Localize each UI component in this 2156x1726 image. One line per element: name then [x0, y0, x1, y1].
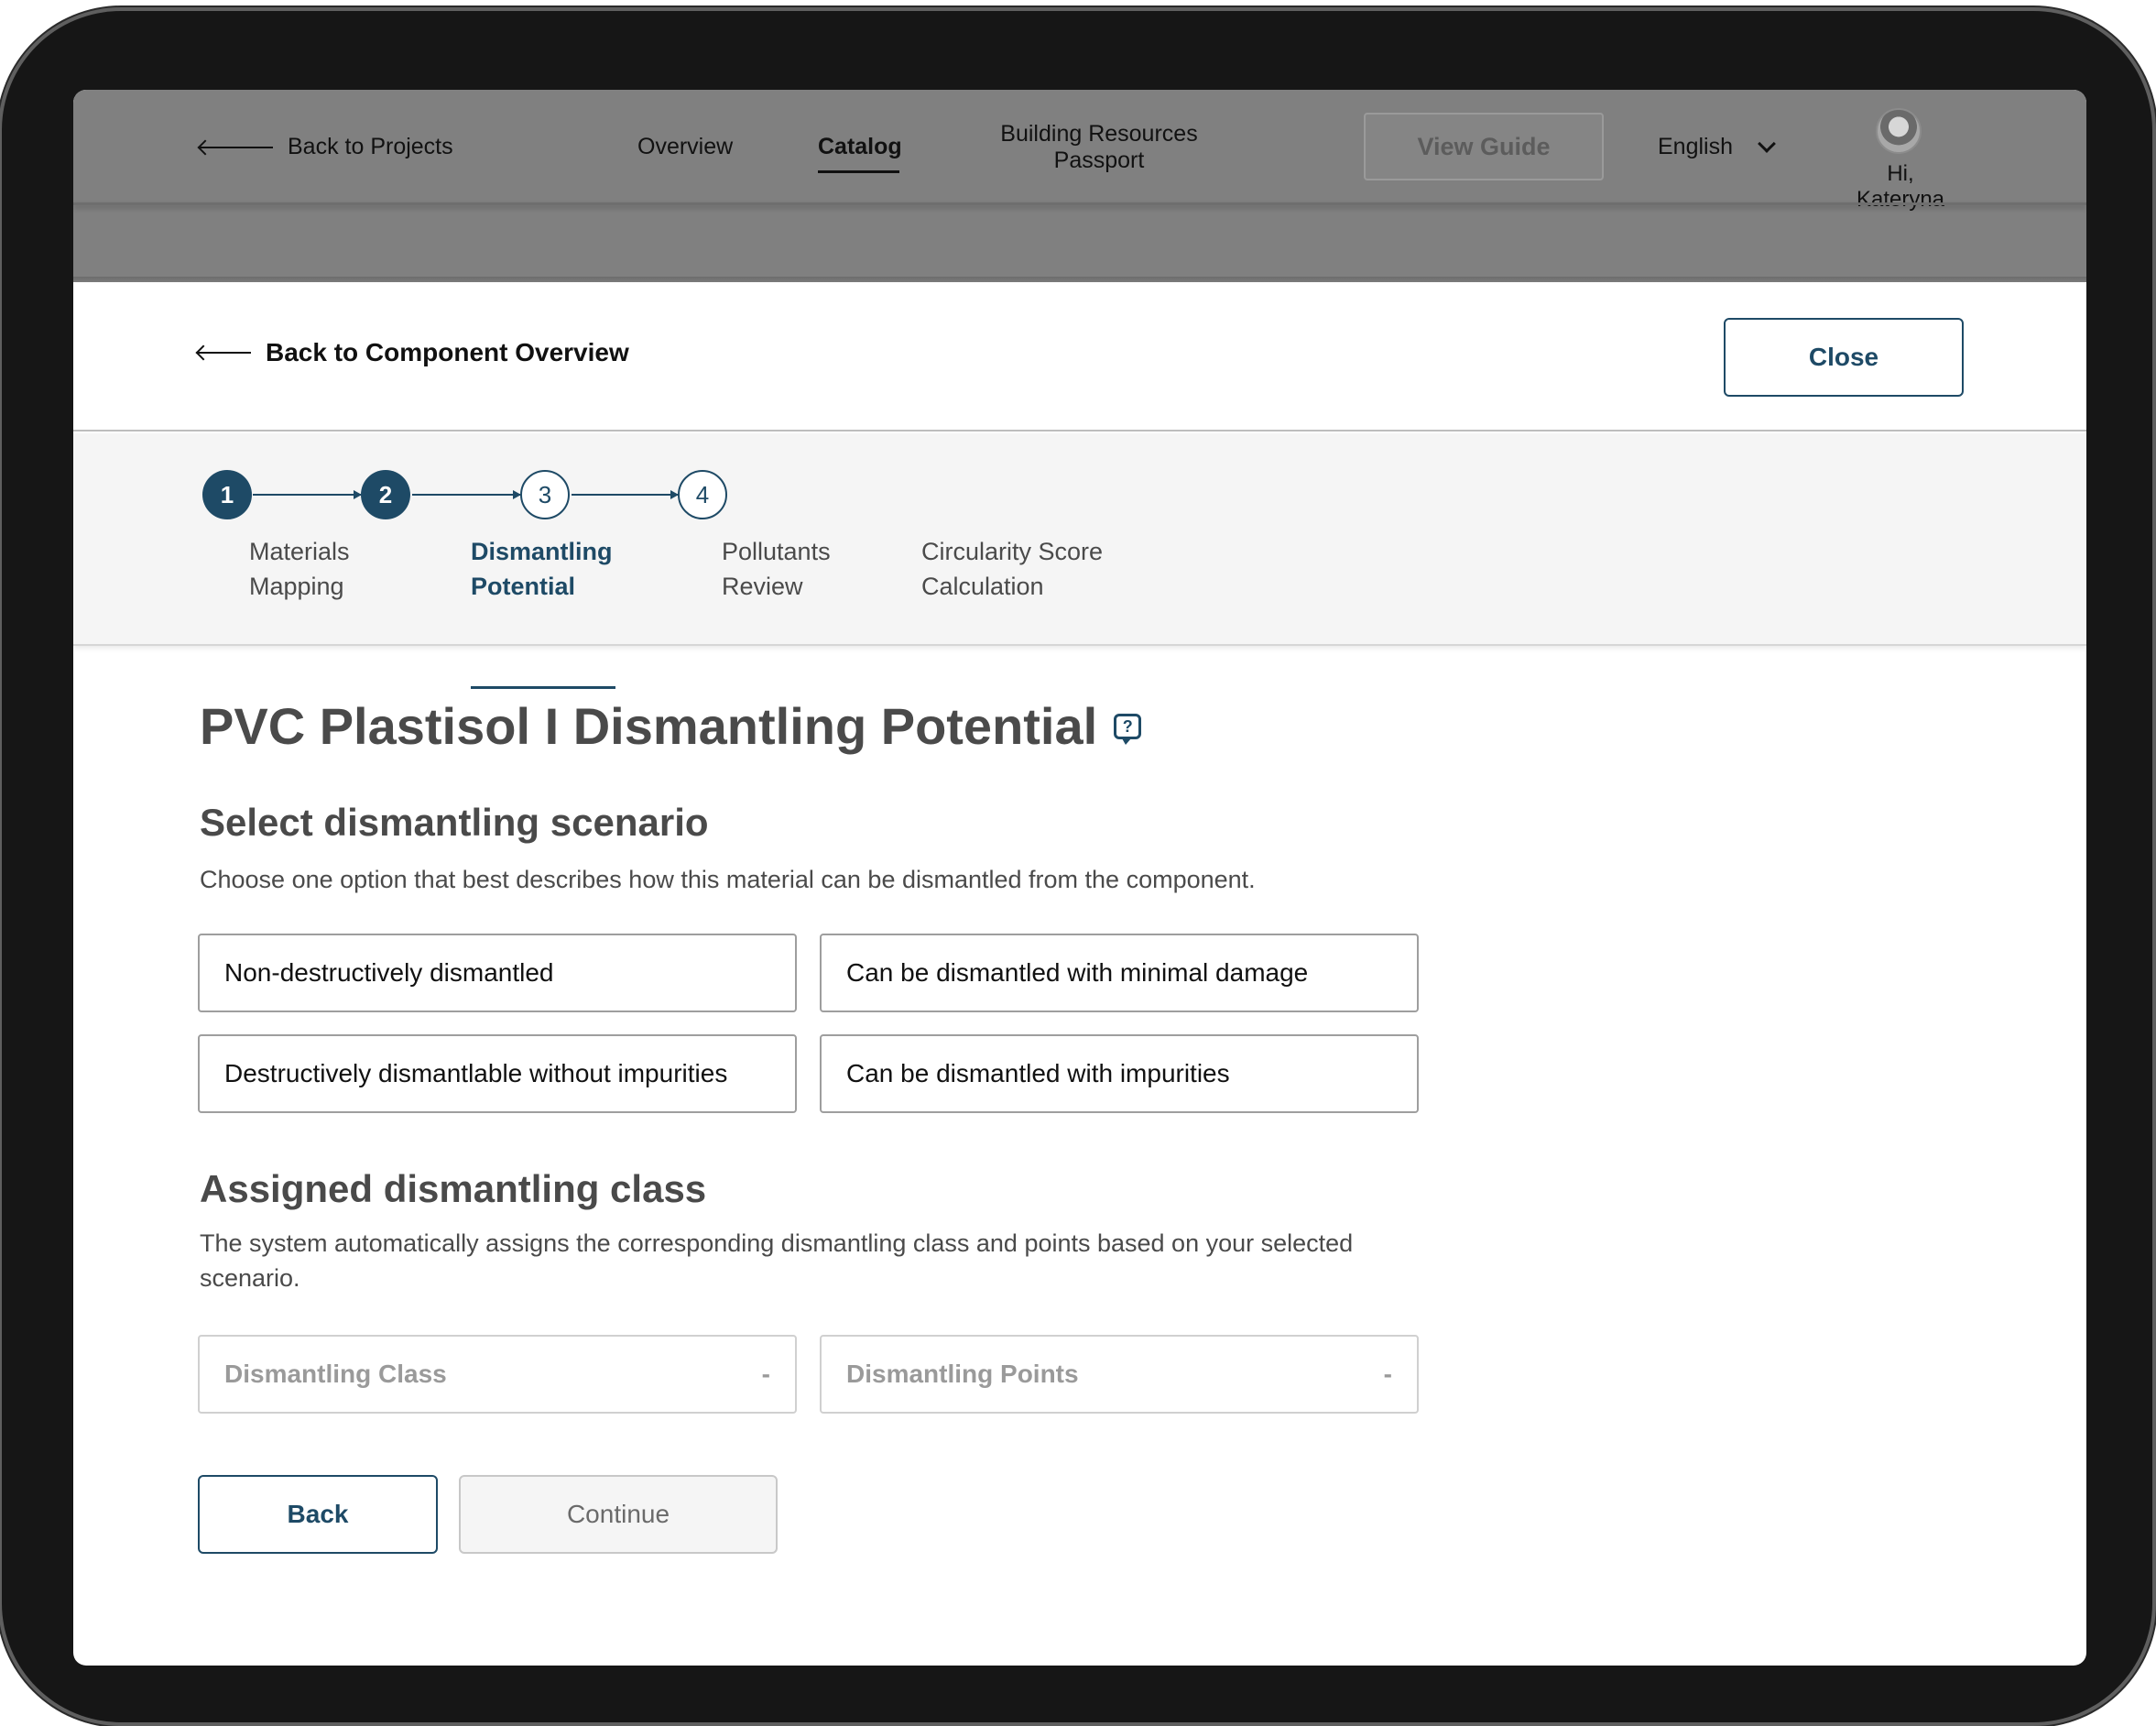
nav-building-resources-passport[interactable]: Building Resources Passport — [989, 121, 1209, 174]
progress-stepper: 1 2 3 4 Materials Mapping Dismantling Po… — [73, 433, 2086, 689]
dismantling-points-field: Dismantling Points - — [820, 1335, 1419, 1414]
step-2-circle[interactable]: 2 — [361, 470, 410, 519]
active-step-underline — [471, 686, 615, 689]
topbar-divider — [73, 202, 2086, 205]
step-4-label-line1: Circularity Score — [921, 538, 1104, 565]
language-selector[interactable]: English — [1658, 134, 1776, 160]
step-4-label[interactable]: Circularity Score Calculation — [921, 534, 1103, 604]
step-connector-arrow — [412, 490, 521, 499]
step-1-label[interactable]: Materials Mapping — [249, 534, 350, 604]
step-1-label-line1: Materials — [249, 538, 350, 565]
app-screen: Back to Projects Overview Catalog Buildi… — [73, 90, 2086, 1666]
step-4-label-line2: Calculation — [921, 573, 1044, 600]
help-bubble-icon[interactable]: ? — [1114, 713, 1142, 745]
step-2-label[interactable]: Dismantling Potential — [471, 534, 613, 604]
chevron-down-icon — [1758, 134, 1776, 153]
scenario-section-title: Select dismantling scenario — [200, 801, 709, 844]
scenario-option-minimal-damage[interactable]: Can be dismantled with minimal damage — [820, 934, 1419, 1012]
arrow-left-icon — [198, 352, 251, 354]
back-to-component-overview-link[interactable]: Back to Component Overview — [198, 338, 629, 367]
scenario-option-with-impurities[interactable]: Can be dismantled with impurities — [820, 1034, 1419, 1113]
step-1-circle[interactable]: 1 — [202, 470, 252, 519]
component-subheader: Back to Component Overview Close — [73, 282, 2086, 432]
back-to-projects-link[interactable]: Back to Projects — [200, 134, 453, 160]
view-guide-button[interactable]: View Guide — [1364, 113, 1604, 180]
step-3-label-line2: Review — [722, 573, 803, 600]
page-title: PVC Plastisol I Dismantling Potential ? — [200, 696, 1142, 756]
nav-catalog[interactable]: Catalog — [818, 134, 902, 160]
dismantling-points-label: Dismantling Points — [846, 1360, 1079, 1388]
step-3-label[interactable]: Pollutants Review — [722, 534, 831, 604]
dismantling-points-value: - — [1383, 1360, 1392, 1388]
nav-active-indicator — [818, 170, 899, 173]
page-title-text: PVC Plastisol I Dismantling Potential — [200, 697, 1098, 755]
arrow-left-icon — [200, 146, 273, 148]
assigned-section-title: Assigned dismantling class — [200, 1167, 707, 1210]
language-label: English — [1658, 134, 1733, 159]
step-4-circle[interactable]: 4 — [678, 470, 727, 519]
back-button[interactable]: Back — [198, 1475, 438, 1554]
step-connector-arrow — [572, 490, 679, 499]
dismantling-class-value: - — [761, 1360, 770, 1388]
dismantling-class-label: Dismantling Class — [224, 1360, 447, 1388]
dismantling-class-field: Dismantling Class - — [198, 1335, 797, 1414]
assigned-section-description: The system automatically assigns the cor… — [200, 1229, 1354, 1292]
step-2-label-line1: Dismantling — [471, 538, 613, 565]
back-to-component-overview-label: Back to Component Overview — [266, 338, 629, 366]
continue-button[interactable]: Continue — [459, 1475, 778, 1554]
close-button[interactable]: Close — [1724, 318, 1964, 397]
nav-overview[interactable]: Overview — [637, 134, 733, 160]
step-3-circle[interactable]: 3 — [520, 470, 570, 519]
scenario-section-description: Choose one option that best describes ho… — [200, 866, 1256, 893]
step-1-label-line2: Mapping — [249, 573, 344, 600]
top-nav-bar: Back to Projects Overview Catalog Buildi… — [73, 90, 2086, 282]
back-to-projects-label: Back to Projects — [288, 134, 453, 159]
step-3-label-line1: Pollutants — [722, 538, 831, 565]
step-2-label-line2: Potential — [471, 573, 576, 600]
step-connector-arrow — [253, 490, 362, 499]
tablet-frame: Back to Projects Overview Catalog Buildi… — [2, 11, 2152, 1722]
scenario-option-destructive-no-impurities[interactable]: Destructively dismantlable without impur… — [198, 1034, 797, 1113]
scenario-option-non-destructive[interactable]: Non-destructively dismantled — [198, 934, 797, 1012]
user-avatar[interactable] — [1876, 108, 1922, 154]
